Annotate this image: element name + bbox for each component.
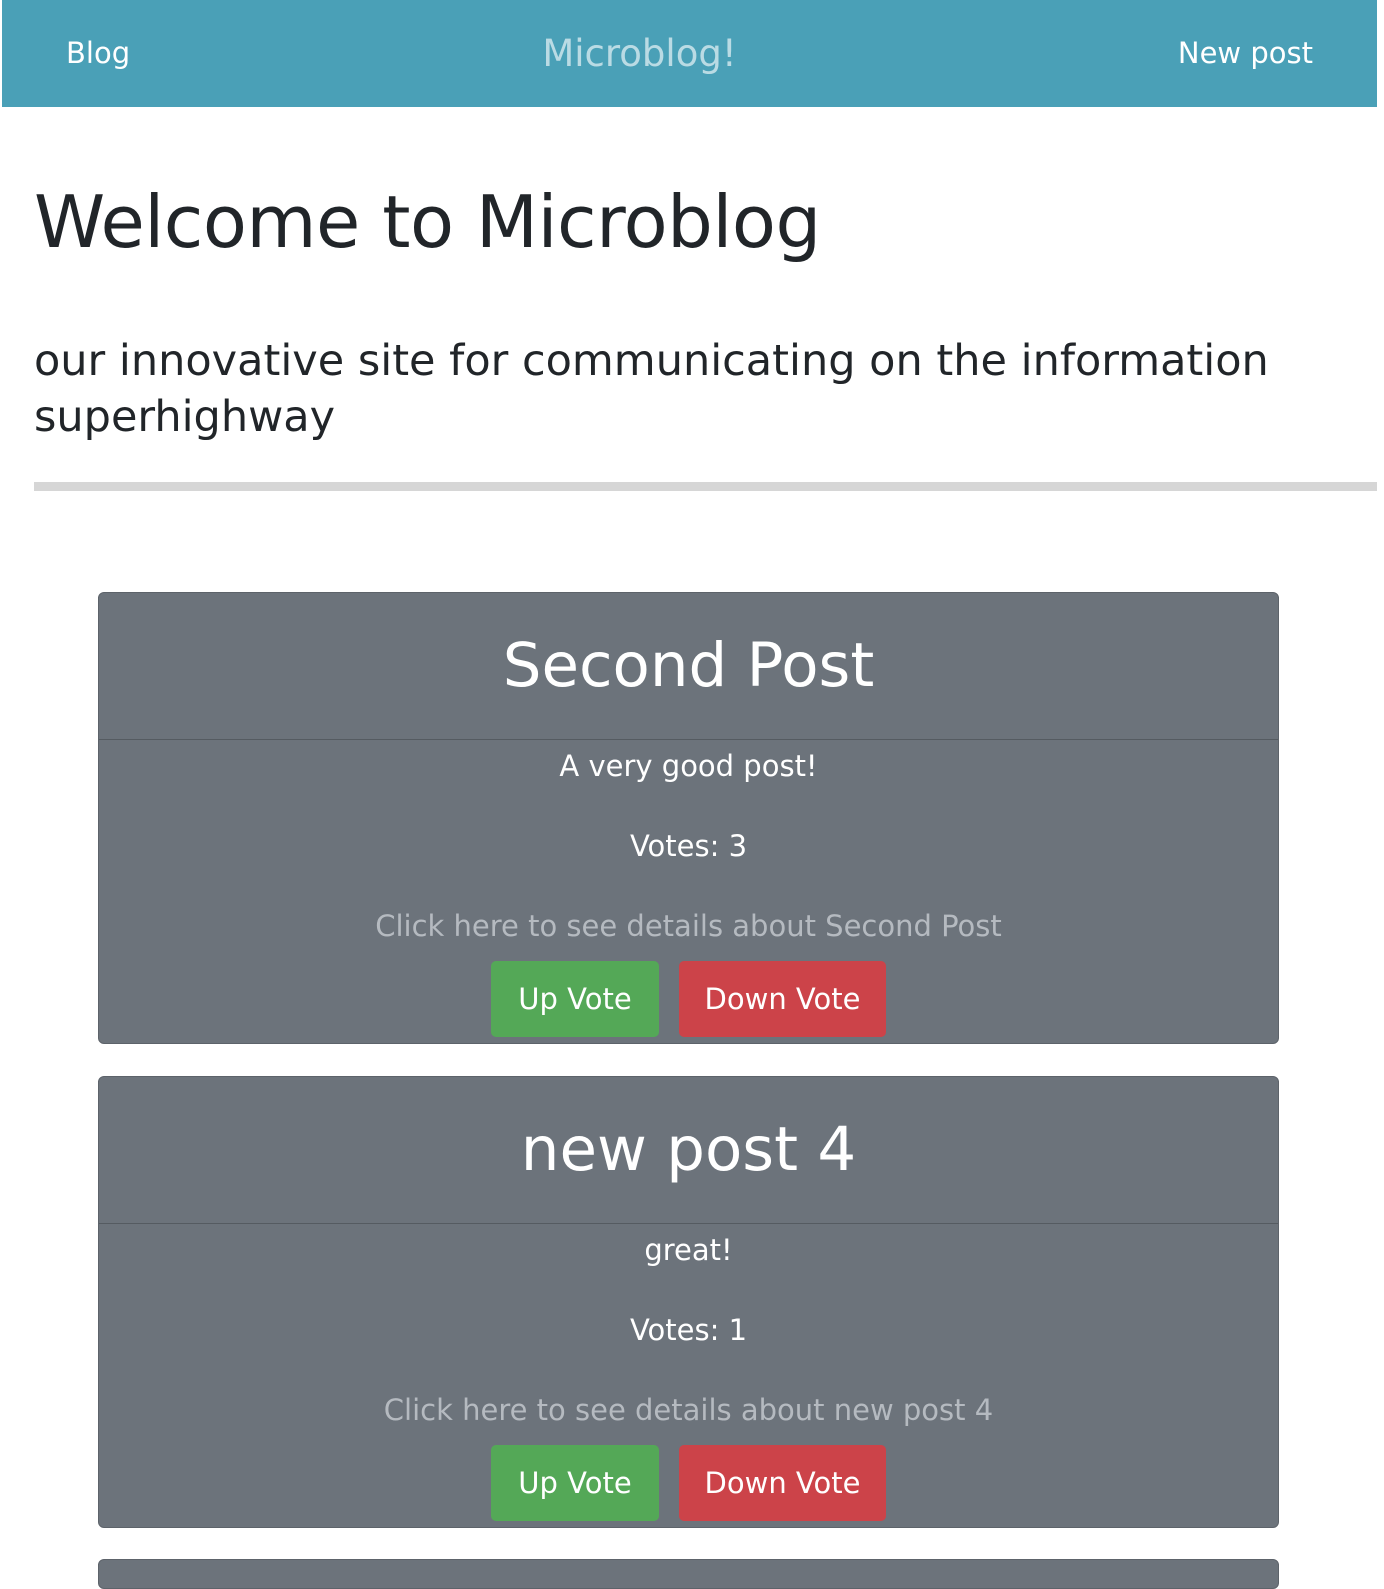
nav-brand[interactable]: Microblog! (2, 0, 1277, 107)
post-card-header: new post 4 (99, 1077, 1278, 1224)
post-votes: Votes: 1 (629, 1313, 748, 1347)
upvote-button[interactable]: Up Vote (491, 1445, 659, 1521)
vote-buttons: Up Vote Down Vote (99, 961, 1278, 1037)
page-title: Welcome to Microblog (34, 180, 821, 264)
post-card-header: Second Post (99, 593, 1278, 740)
post-card: Second Post A very good post! Votes: 3 C… (98, 592, 1279, 1044)
divider (34, 482, 1377, 491)
page-lead: our innovative site for communicating on… (34, 336, 1269, 442)
post-details-link[interactable]: Click here to see details about new post… (99, 1350, 1278, 1430)
post-text: A very good post! (559, 749, 818, 783)
upvote-button[interactable]: Up Vote (491, 961, 659, 1037)
downvote-button[interactable]: Down Vote (679, 1445, 886, 1521)
post-card-body: great! Votes: 1 Click here to see detail… (99, 1224, 1278, 1521)
post-title: Second Post (502, 630, 875, 701)
nav-new-post-link[interactable]: New post (1178, 0, 1313, 107)
post-card-body: A very good post! Votes: 3 Click here to… (99, 740, 1278, 1037)
post-card-partial (98, 1559, 1279, 1589)
top-navbar: Blog Microblog! New post (2, 0, 1377, 107)
post-card: new post 4 great! Votes: 1 Click here to… (98, 1076, 1279, 1528)
post-text: great! (644, 1233, 733, 1267)
post-details-link[interactable]: Click here to see details about Second P… (99, 866, 1278, 946)
post-title: new post 4 (520, 1114, 857, 1185)
vote-buttons: Up Vote Down Vote (99, 1445, 1278, 1521)
downvote-button[interactable]: Down Vote (679, 961, 886, 1037)
post-votes: Votes: 3 (629, 829, 748, 863)
